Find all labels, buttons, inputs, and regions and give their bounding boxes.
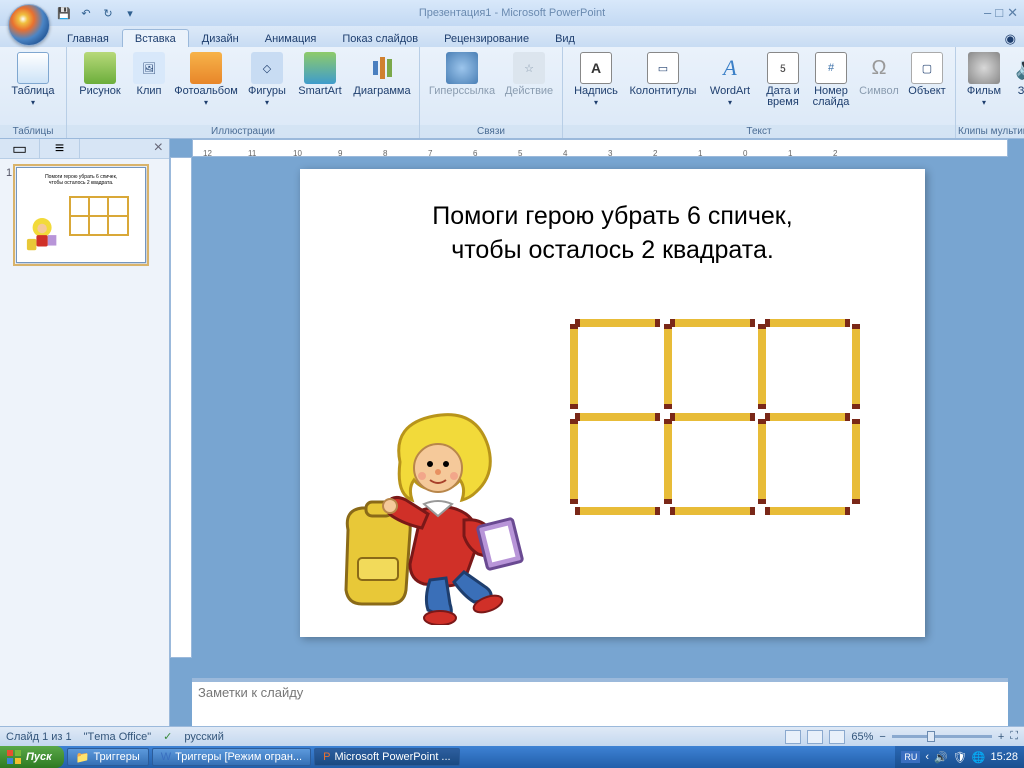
zoom-level[interactable]: 65% <box>851 731 873 743</box>
hyperlink-icon <box>446 52 478 84</box>
hf-icon: ▭ <box>647 52 679 84</box>
folder-icon: 📁 <box>76 751 90 764</box>
movie-icon <box>968 52 1000 84</box>
sound-icon: 🔊 <box>1013 52 1024 84</box>
textbox-button[interactable]: AНадпись▾ <box>567 50 625 109</box>
tab-slideshow[interactable]: Показ слайдов <box>329 29 431 47</box>
view-normal-button[interactable] <box>785 730 801 744</box>
hyperlink-button: Гиперссылка <box>424 50 500 99</box>
album-icon <box>190 52 222 84</box>
tray-volume-icon[interactable]: 🔊 <box>934 751 948 764</box>
sound-button[interactable]: 🔊Звук▾ <box>1008 50 1024 109</box>
action-button: ☆Действие <box>500 50 558 99</box>
action-icon: ☆ <box>513 52 545 84</box>
taskbar-item-powerpoint[interactable]: PMicrosoft PowerPoint ... <box>314 748 460 766</box>
num-icon: # <box>815 52 847 84</box>
taskbar-item-word[interactable]: WТриггеры [Режим огран... <box>152 748 311 766</box>
picture-button[interactable]: Рисунок <box>71 50 129 99</box>
tray-icon[interactable]: ‹ <box>925 751 929 763</box>
minimize-button[interactable]: – <box>984 5 991 21</box>
notes-pane[interactable]: Заметки к слайду <box>192 678 1008 726</box>
group-illus-label: Иллюстрации <box>67 125 419 138</box>
headerfooter-button[interactable]: ▭Колонтитулы <box>625 50 701 99</box>
status-language[interactable]: русский <box>184 731 223 743</box>
tab-review[interactable]: Рецензирование <box>431 29 542 47</box>
clip-icon: 🖼 <box>133 52 165 84</box>
symbol-button: ΩСимвол <box>855 50 903 99</box>
slide-canvas[interactable]: Помоги герою убрать 6 спичек, чтобы оста… <box>300 169 925 637</box>
shapes-icon: ◇ <box>251 52 283 84</box>
tab-animation[interactable]: Анимация <box>252 29 330 47</box>
window-title: Презентация1 - Microsoft PowerPoint <box>0 7 1024 19</box>
chart-icon <box>366 52 398 84</box>
character-clipart <box>330 410 525 625</box>
tab-view[interactable]: Вид <box>542 29 588 47</box>
textbox-icon: A <box>580 52 612 84</box>
symbol-icon: Ω <box>863 52 895 84</box>
office-button[interactable] <box>8 4 50 46</box>
slide-thumbnail-1[interactable]: 1 Помоги герою убрать 6 спичек,чтобы ост… <box>6 167 163 263</box>
datetime-button[interactable]: 5️Дата и время <box>759 50 807 110</box>
language-indicator[interactable]: RU <box>901 751 920 763</box>
spellcheck-icon[interactable]: ✓ <box>163 730 172 743</box>
view-slideshow-button[interactable] <box>829 730 845 744</box>
ribbon-help-icon[interactable]: ◉ <box>1005 31 1024 47</box>
picture-icon <box>84 52 116 84</box>
fit-window-button[interactable]: ⛶ <box>1010 730 1018 743</box>
restore-button[interactable]: □ <box>995 5 1003 21</box>
taskbar-item-folder[interactable]: 📁Триггеры <box>67 748 149 766</box>
start-button[interactable]: Пуск <box>0 746 64 768</box>
tray-clock[interactable]: 15:28 <box>990 751 1018 763</box>
group-text-label: Текст <box>563 125 955 138</box>
table-button[interactable]: Таблица▾ <box>4 50 62 109</box>
group-media-label: Клипы мультимедиа <box>956 125 1024 138</box>
zoom-in-button[interactable]: + <box>998 731 1004 743</box>
close-button[interactable]: ✕ <box>1007 5 1018 21</box>
horizontal-ruler: 121110987654321012 <box>192 139 1008 157</box>
table-icon <box>17 52 49 84</box>
slides-tab-icon[interactable]: ▭ <box>0 139 40 158</box>
thumbnail-pane[interactable]: ▭ ≡ × 1 Помоги герою убрать 6 спичек,что… <box>0 139 170 726</box>
slidenumber-button[interactable]: #Номер слайда <box>807 50 855 110</box>
shapes-button[interactable]: ◇Фигуры▾ <box>243 50 291 109</box>
object-button[interactable]: ▢Объект <box>903 50 951 99</box>
object-icon: ▢ <box>911 52 943 84</box>
view-sorter-button[interactable] <box>807 730 823 744</box>
matchstick-grid <box>570 319 860 515</box>
zoom-out-button[interactable]: − <box>879 731 885 743</box>
tab-design[interactable]: Дизайн <box>189 29 252 47</box>
zoom-slider[interactable] <box>892 735 992 738</box>
status-slide-counter: Слайд 1 из 1 <box>6 731 72 743</box>
photoalbum-button[interactable]: Фотоальбом▾ <box>169 50 243 109</box>
wordart-icon: A <box>714 52 746 84</box>
tray-shield-icon[interactable]: 🛡 <box>953 751 967 764</box>
vertical-ruler <box>170 157 192 658</box>
date-icon: 5️ <box>767 52 799 84</box>
word-icon: W <box>161 751 171 763</box>
pane-close-button[interactable]: × <box>148 139 169 158</box>
outline-tab-icon[interactable]: ≡ <box>40 139 80 158</box>
windows-logo-icon <box>6 749 22 765</box>
group-tables-label: Таблицы <box>0 125 66 138</box>
movie-button[interactable]: Фильм▾ <box>960 50 1008 109</box>
clip-button[interactable]: 🖼Клип <box>129 50 169 99</box>
tray-network-icon[interactable]: 🌐 <box>972 751 986 764</box>
group-links-label: Связи <box>420 125 562 138</box>
status-theme: "Тema Office" <box>84 731 152 743</box>
chart-button[interactable]: Диаграмма <box>349 50 415 99</box>
tab-insert[interactable]: Вставка <box>122 29 189 47</box>
smartart-icon <box>304 52 336 84</box>
wordart-button[interactable]: AWordArt▾ <box>701 50 759 109</box>
smartart-button[interactable]: SmartArt <box>291 50 349 99</box>
slide-title: Помоги герою убрать 6 спичек, чтобы оста… <box>300 199 925 267</box>
ppt-icon: P <box>323 751 330 763</box>
tab-home[interactable]: Главная <box>54 29 122 47</box>
